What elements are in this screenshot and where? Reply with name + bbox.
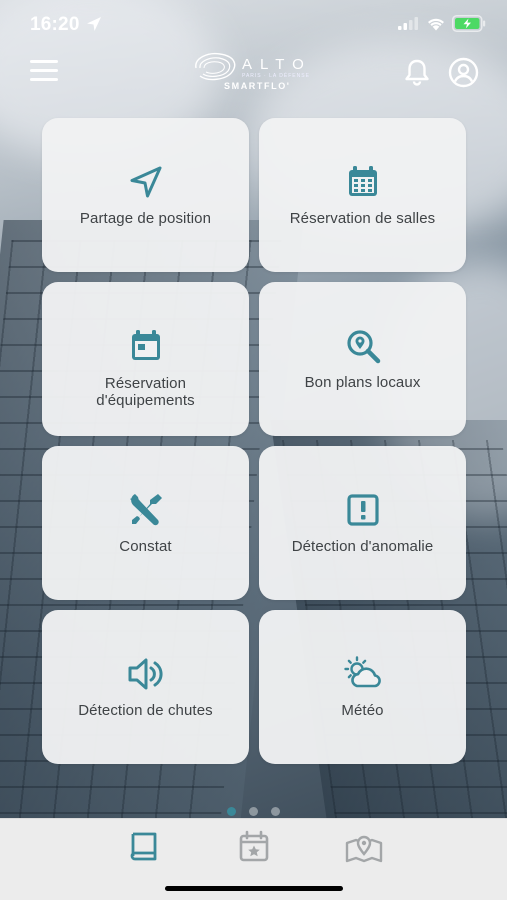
calendar-grid-icon	[348, 166, 377, 196]
calendar-day-icon	[131, 330, 160, 360]
tile-label: Météo	[341, 702, 384, 719]
tile-detection-danomalie[interactable]: Détection d'anomalie	[259, 446, 466, 600]
tile-label: Détection de chutes	[78, 702, 213, 719]
hamburger-menu-icon[interactable]	[30, 60, 58, 82]
tile-label: Réservation de salles	[289, 210, 436, 227]
tile-constat[interactable]: Constat	[42, 446, 249, 600]
logo-brand: SMARTFLO'	[224, 81, 291, 91]
tile-partage-de-position[interactable]: Partage de position	[42, 118, 249, 272]
weather-icon	[343, 656, 381, 688]
app-header: ALTO PARIS · LA DÉFENSE SMARTFLO'	[0, 44, 507, 100]
logo-mark-icon	[195, 52, 236, 81]
logo-text: ALTO	[242, 56, 312, 73]
status-bar: 16:20	[0, 0, 507, 50]
tile-reservation-de-salles[interactable]: Réservation de salles	[259, 118, 466, 272]
alert-square-icon	[346, 494, 379, 526]
tile-label: Détection d'anomalie	[291, 538, 434, 555]
book-icon[interactable]	[124, 827, 164, 867]
map-pin-icon[interactable]	[344, 827, 384, 867]
tile-bon-plans-locaux[interactable]: Bon plans locaux	[259, 282, 466, 436]
user-profile-icon[interactable]	[448, 57, 479, 88]
tile-label: Réservation d'équipements	[96, 375, 195, 409]
bell-icon[interactable]	[403, 58, 431, 86]
tile-label: Bon plans locaux	[304, 374, 421, 391]
status-time: 16:20	[30, 14, 80, 35]
tile-label: Constat	[119, 538, 172, 555]
cellular-signal-icon	[398, 17, 418, 30]
search-location-icon	[346, 330, 380, 364]
logo-subtext: PARIS · LA DÉFENSE	[242, 73, 310, 79]
app-logo: ALTO PARIS · LA DÉFENSE SMARTFLO'	[190, 48, 320, 98]
page-dot[interactable]	[271, 807, 280, 816]
tile-reservation-dequipements[interactable]: Réservation d'équipements	[42, 282, 249, 436]
page-dot-active[interactable]	[227, 807, 236, 816]
tile-detection-de-chutes[interactable]: Détection de chutes	[42, 610, 249, 764]
tile-label: Partage de position	[79, 210, 212, 227]
battery-charging-icon	[452, 15, 486, 32]
wifi-icon	[428, 18, 444, 31]
location-services-icon	[87, 17, 101, 31]
tile-meteo[interactable]: Météo	[259, 610, 466, 764]
page-indicator	[225, 807, 285, 817]
home-indicator[interactable]	[165, 886, 343, 891]
tools-icon	[129, 494, 162, 526]
navigation-arrow-icon	[130, 166, 161, 198]
calendar-star-icon[interactable]	[234, 827, 274, 867]
speaker-icon	[128, 658, 162, 690]
page-dot[interactable]	[249, 807, 258, 816]
